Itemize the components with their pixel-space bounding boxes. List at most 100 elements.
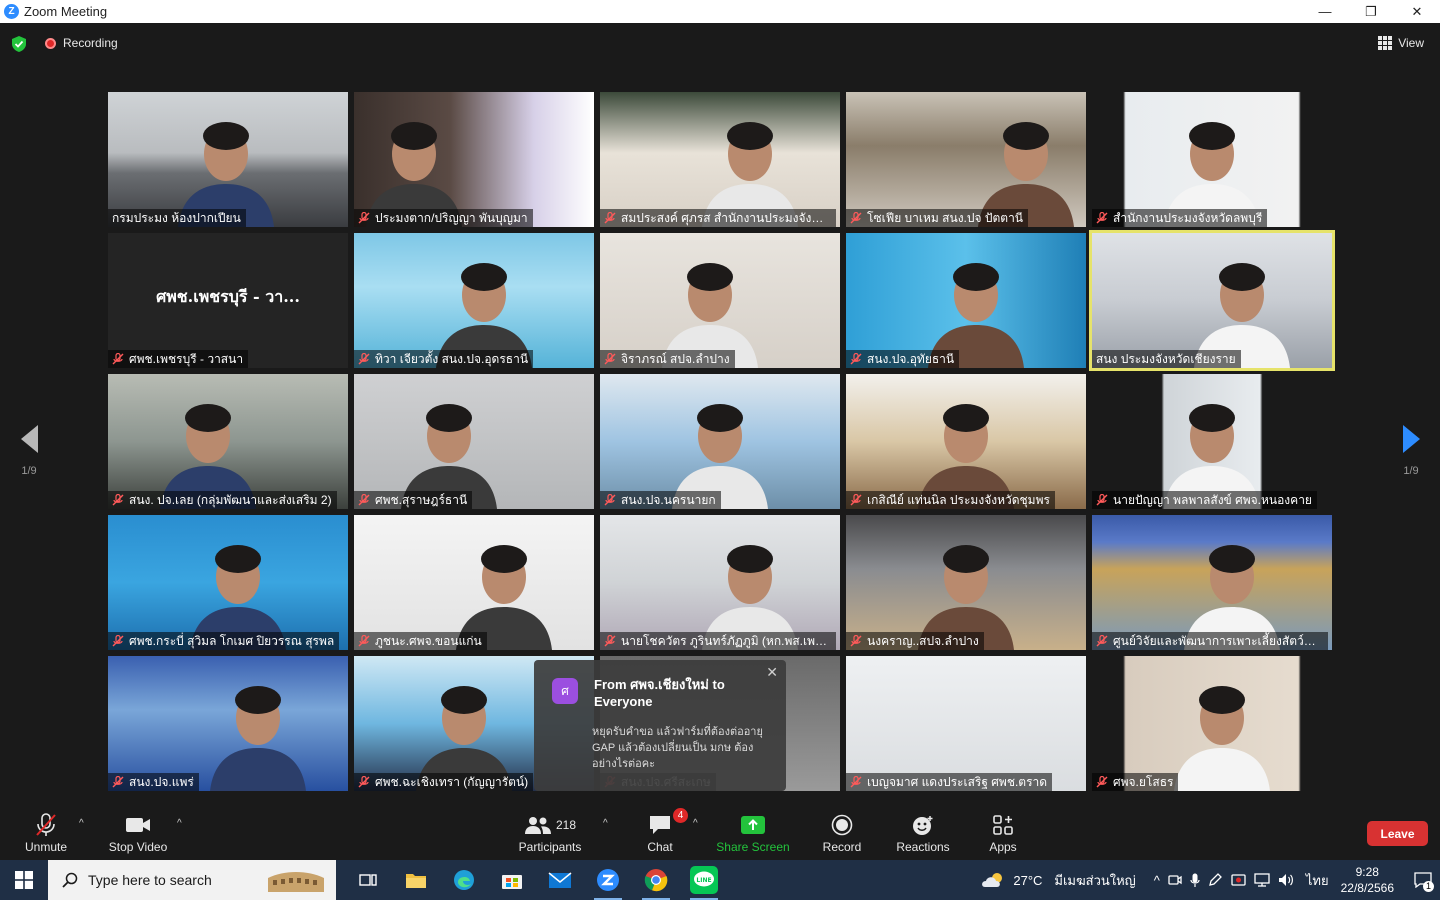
participant-tile[interactable]: ทิวา เจียวตั้ง สนง.ปจ.อุดรธานี xyxy=(354,233,594,368)
participant-silhouette xyxy=(1164,404,1260,509)
participant-tile[interactable]: สนง.ปจ.แพร่ xyxy=(108,656,348,791)
update-shield-icon[interactable] xyxy=(1231,873,1246,887)
edge-browser-button[interactable] xyxy=(440,860,488,900)
page-indicator-right: 1/9 xyxy=(1403,465,1419,477)
participant-tile[interactable]: เกสิณีย์ แท่นนิล ประมงจังหวัดชุมพร xyxy=(846,374,1086,509)
participant-silhouette xyxy=(978,122,1074,227)
participant-name: ศพจ.ยโสธร xyxy=(1113,774,1174,789)
apps-button[interactable]: Apps xyxy=(985,812,1021,854)
meet-now-icon[interactable] xyxy=(1168,873,1182,887)
share-screen-button[interactable]: Share Screen xyxy=(716,812,790,854)
chrome-button[interactable] xyxy=(632,860,680,900)
maximize-button[interactable]: ❐ xyxy=(1348,0,1394,23)
participant-name-bar: โซเฟีย บาเหม สนง.ปจ ปัตตานี xyxy=(846,209,1029,227)
participant-tile[interactable]: จิราภรณ์ สปจ.ลำปาง xyxy=(600,233,840,368)
participant-tile[interactable]: เบญจมาศ แดงประเสริฐ ศพช.ตราด xyxy=(846,656,1086,791)
participant-tile[interactable]: สนง.ปจ.อุทัยธานี xyxy=(846,233,1086,368)
network-icon[interactable] xyxy=(1254,873,1270,887)
participant-tile[interactable]: สนง ประมงจังหวัดเชียงราย xyxy=(1089,230,1335,371)
muted-mic-icon xyxy=(850,494,862,506)
close-window-button[interactable]: ✕ xyxy=(1394,0,1440,23)
line-app-icon: LINE xyxy=(690,866,718,894)
participant-name: จิราภรณ์ สปจ.ลำปาง xyxy=(621,351,730,366)
participant-silhouette xyxy=(662,263,758,368)
line-app-button[interactable]: LINE xyxy=(680,860,728,900)
notification-center-button[interactable]: 1 xyxy=(1406,860,1440,900)
participant-name: ประมงตาก/ปริญญา พันบุญมา xyxy=(375,210,528,225)
stop-video-button[interactable]: Stop Video xyxy=(107,812,169,854)
taskbar-clock[interactable]: 9:28 22/8/2566 xyxy=(1341,864,1394,896)
participants-button[interactable]: 218 Participants xyxy=(515,812,585,854)
minimize-button[interactable]: — xyxy=(1302,0,1348,23)
participant-tile[interactable]: ศพช.กระบี่ สุวิมล โกเมศ ปิยวรรณ สุรพล xyxy=(108,515,348,650)
participant-name-bar: สนง. ปจ.เลย (กลุ่มพัฒนาและส่งเสริม 2) xyxy=(108,491,337,509)
unmute-button[interactable]: Unmute xyxy=(22,812,70,854)
muted-mic-icon xyxy=(358,776,370,788)
mail-button[interactable] xyxy=(536,860,584,900)
recording-dot-icon xyxy=(45,37,56,49)
participant-tile[interactable]: ประมงตาก/ปริญญา พันบุญมา xyxy=(354,92,594,227)
muted-mic-icon xyxy=(1096,635,1108,647)
participant-tile[interactable]: ศูนย์วิจัยและพัฒนาการเพาะเลี้ยงสัตว์น้ำจ… xyxy=(1092,515,1332,650)
chat-bubble-icon xyxy=(650,816,670,834)
participant-tile[interactable]: นายโชควัตร ภูรินทร์ภัฏภูมิ (หก.พส.เพชร..… xyxy=(600,515,840,650)
microsoft-store-button[interactable] xyxy=(488,860,536,900)
view-button[interactable]: View xyxy=(1372,32,1430,54)
tray-overflow-chevron-icon[interactable]: ^ xyxy=(1154,873,1160,888)
arrow-right-icon[interactable] xyxy=(1402,425,1420,453)
participant-tile[interactable]: ศพช.เพชรบุรี - วา... ศพช.เพชรบุรี - วาสนา xyxy=(108,233,348,368)
participant-tile[interactable]: โซเฟีย บาเหม สนง.ปจ ปัตตานี xyxy=(846,92,1086,227)
volume-icon[interactable] xyxy=(1278,873,1294,887)
taskbar-search-box[interactable]: Type here to search xyxy=(48,860,336,900)
clock-time: 9:28 xyxy=(1355,865,1379,879)
participant-name: นงคราญ..สปจ.ลำปาง xyxy=(867,633,979,648)
muted-mic-icon xyxy=(112,776,124,788)
participant-tile[interactable]: ภูชนะ.ศพจ.ขอนแก่น xyxy=(354,515,594,650)
apps-icon xyxy=(993,815,1013,835)
close-popup-icon[interactable]: ✕ xyxy=(766,664,778,681)
record-button[interactable]: Record xyxy=(818,812,866,854)
participant-name: เบญจมาศ แดงประเสริฐ ศพช.ตราด xyxy=(867,774,1048,789)
participant-silhouette xyxy=(918,404,1014,509)
participant-silhouette xyxy=(178,122,274,227)
search-placeholder: Type here to search xyxy=(88,872,212,888)
participant-tile[interactable]: ศพจ.ยโสธร xyxy=(1092,656,1332,791)
chat-button[interactable]: 4 Chat xyxy=(640,808,688,854)
next-page-control[interactable]: 1/9 xyxy=(1399,425,1423,477)
previous-page-control[interactable]: 1/9 xyxy=(17,425,41,477)
participant-name-bar: สำนักงานประมงจังหวัดลพบุรี xyxy=(1092,209,1268,227)
caret-up-icon: ^ xyxy=(177,818,182,829)
reactions-smiley-icon xyxy=(913,816,933,835)
microphone-tray-icon[interactable] xyxy=(1190,873,1200,888)
view-label: View xyxy=(1398,36,1424,50)
start-button[interactable] xyxy=(0,860,48,900)
participant-tile[interactable]: ศพช.สุราษฎร์ธานี xyxy=(354,374,594,509)
file-explorer-button[interactable] xyxy=(392,860,440,900)
participants-label: Participants xyxy=(518,840,582,854)
participant-name-bar: ศพจ.ยโสธร xyxy=(1092,773,1179,791)
participant-tile[interactable]: สนง.ปจ.นครนายก xyxy=(600,374,840,509)
reactions-button[interactable]: Reactions xyxy=(893,812,953,854)
muted-mic-icon xyxy=(604,494,616,506)
participant-tile[interactable]: สนง. ปจ.เลย (กลุ่มพัฒนาและส่งเสริม 2) xyxy=(108,374,348,509)
arrow-left-icon[interactable] xyxy=(20,425,38,453)
participant-tile[interactable]: กรมประมง ห้องปากเปียน xyxy=(108,92,348,227)
zoom-app-button[interactable] xyxy=(584,860,632,900)
participant-tile[interactable]: สมประสงค์ ศุภรส สำนักงานประมงจังหวัดพ... xyxy=(600,92,840,227)
participant-name: สนง ประมงจังหวัดเชียงราย xyxy=(1096,351,1236,366)
shield-icon[interactable] xyxy=(12,36,26,52)
participant-tile[interactable]: นายปัญญา พลพาลสังข์ ศพจ.หนองคาย xyxy=(1092,374,1332,509)
participant-name: กรมประมง ห้องปากเปียน xyxy=(112,210,241,225)
zoom-window: Z Zoom Meeting — ❐ ✕ Recording View 1/9 … xyxy=(0,0,1440,900)
recording-indicator[interactable]: Recording xyxy=(45,36,118,50)
leave-button[interactable]: Leave xyxy=(1367,821,1428,846)
participant-name-bar: สนง.ปจ.แพร่ xyxy=(108,773,199,791)
participant-tile[interactable]: สำนักงานประมงจังหวัดลพบุรี xyxy=(1092,92,1332,227)
pen-workspace-icon[interactable] xyxy=(1208,873,1223,887)
weather-widget[interactable]: 27°C มีเมฆส่วนใหญ่ xyxy=(981,870,1136,891)
input-language-indicator[interactable]: ไทย xyxy=(1306,870,1329,891)
participant-tile[interactable]: นงคราญ..สปจ.ลำปาง xyxy=(846,515,1086,650)
chat-from-line: From ศพจ.เชียงใหม่ to Everyone xyxy=(594,677,725,709)
chat-notification-popup[interactable]: ศ ✕ From ศพจ.เชียงใหม่ to Everyone หยุดร… xyxy=(534,660,786,791)
task-view-button[interactable] xyxy=(344,860,392,900)
